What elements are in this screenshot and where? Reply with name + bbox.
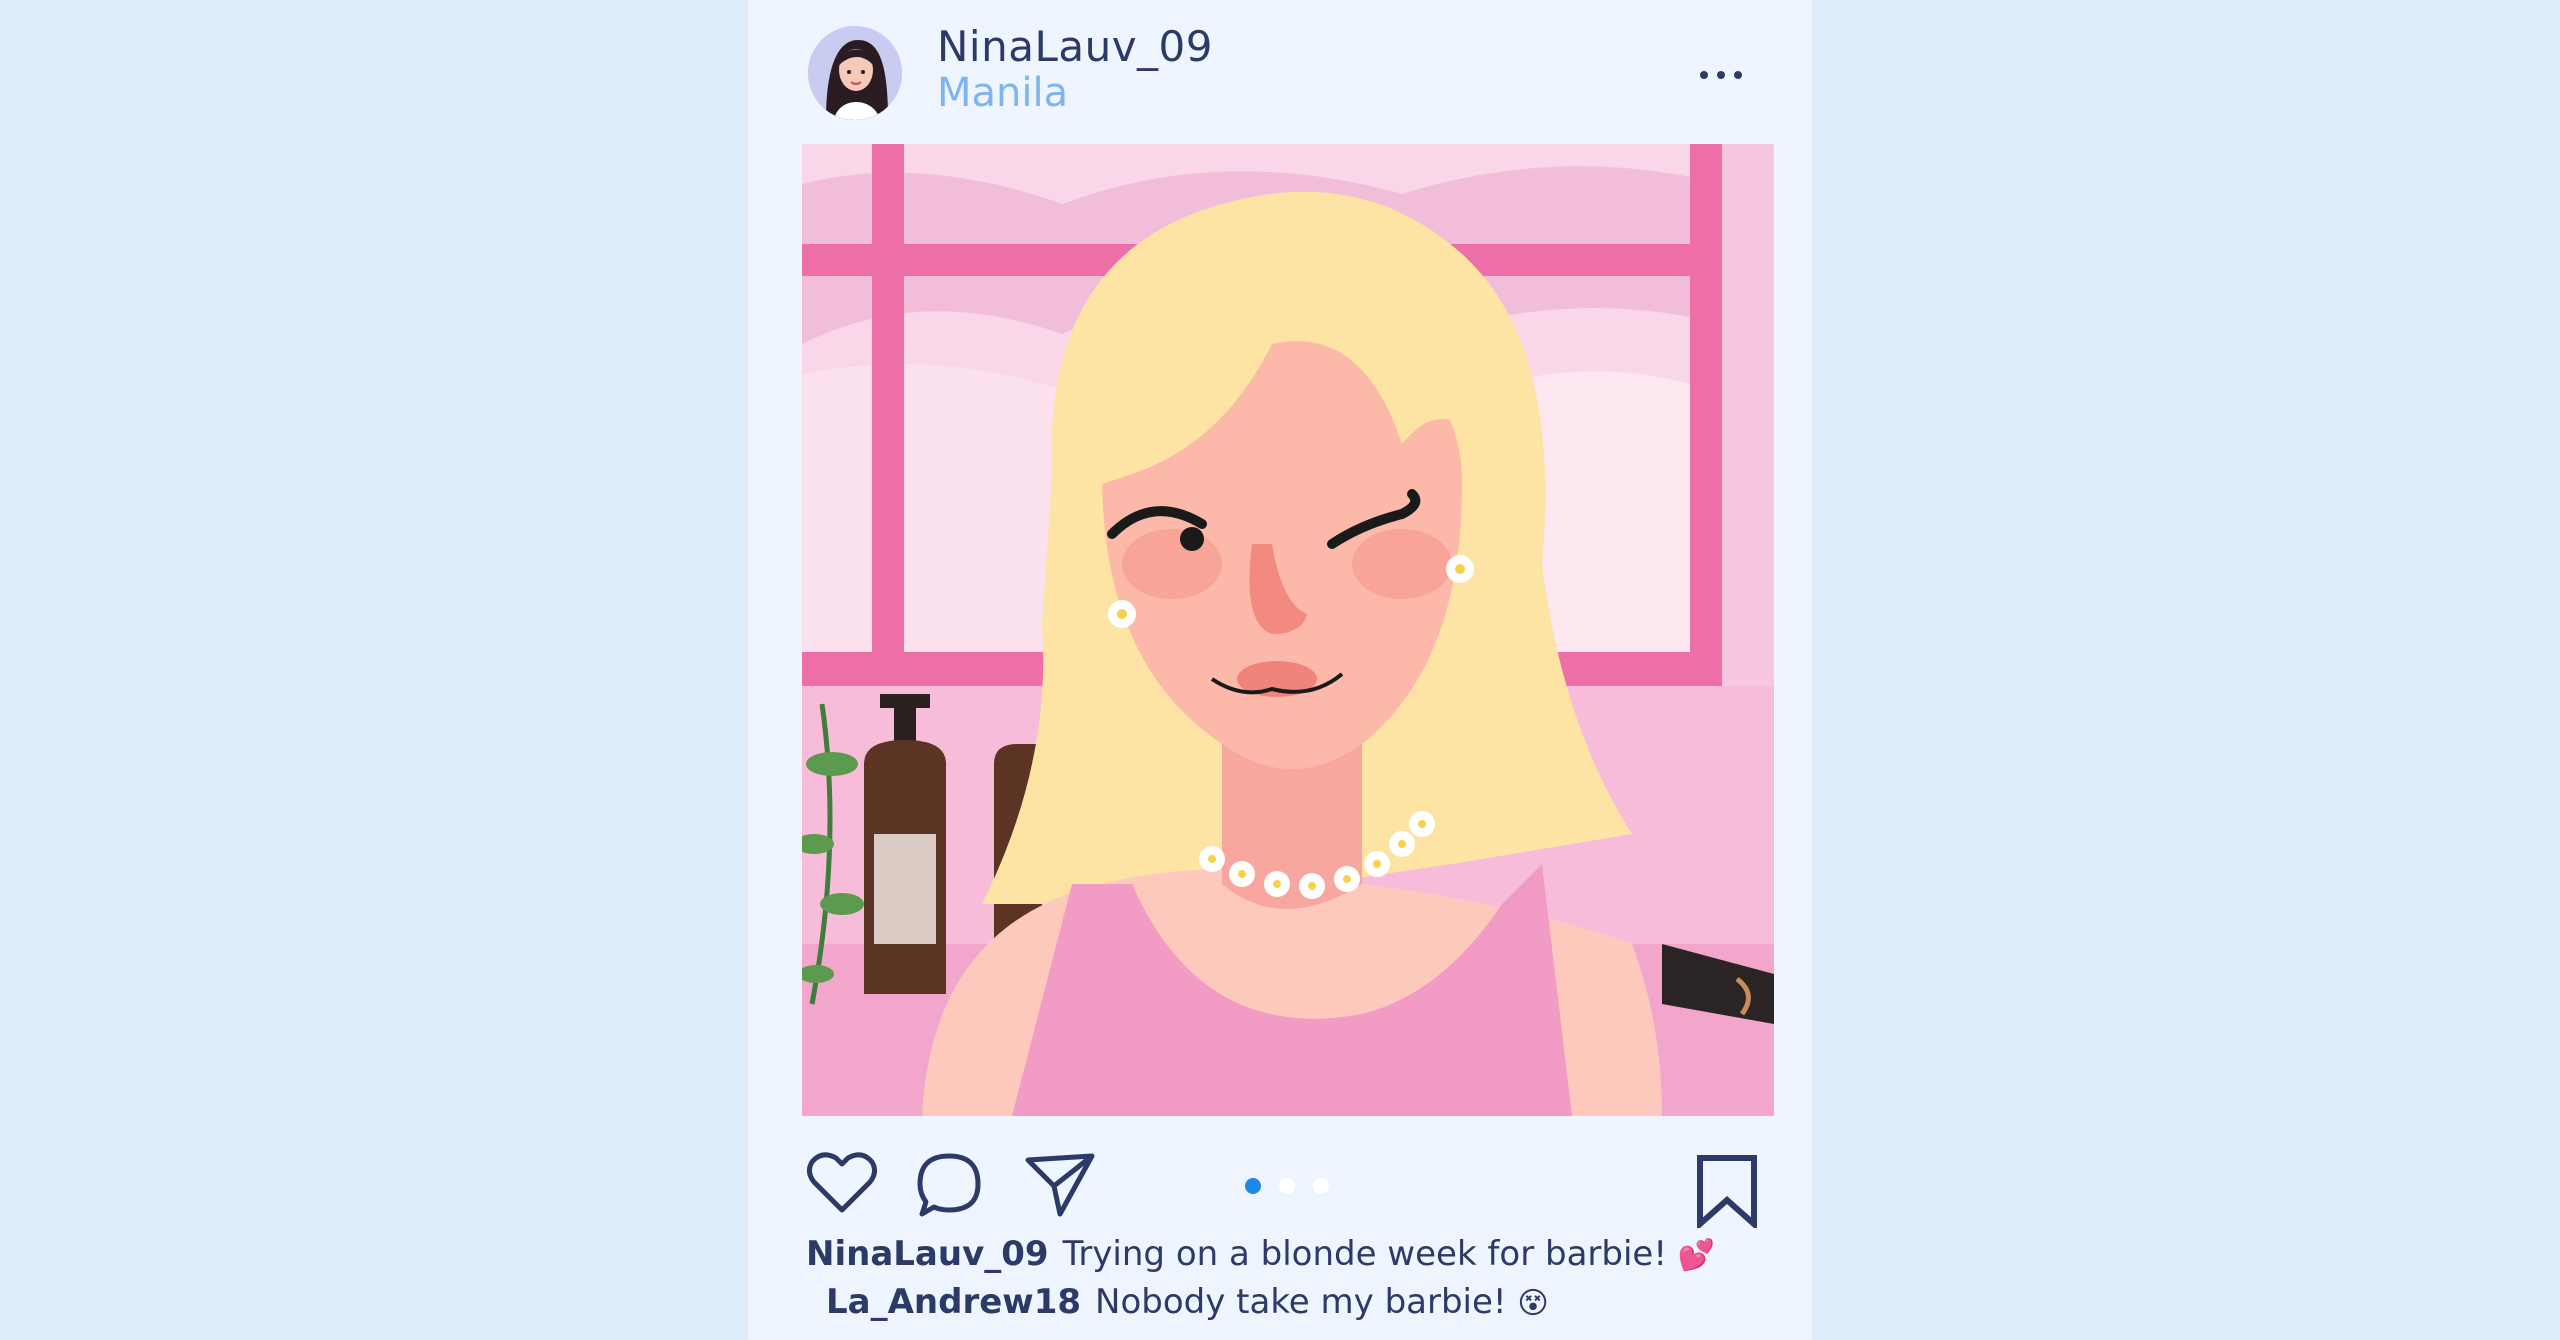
post-location[interactable]: Manila bbox=[937, 70, 1068, 116]
share-icon[interactable] bbox=[1024, 1150, 1096, 1222]
caption-emoji: 💕 bbox=[1677, 1238, 1716, 1273]
bookmark-icon[interactable] bbox=[1696, 1154, 1758, 1232]
comment-icon[interactable] bbox=[914, 1150, 984, 1222]
comment-author[interactable]: La_Andrew18 bbox=[826, 1282, 1081, 1322]
carousel-dot-1[interactable] bbox=[1245, 1178, 1261, 1194]
more-horizontal-icon[interactable] bbox=[1700, 60, 1760, 90]
post-image[interactable] bbox=[802, 144, 1774, 1116]
post-caption: NinaLauv_09 Trying on a blonde week for b… bbox=[806, 1234, 1715, 1274]
post-username[interactable]: NinaLauv_09 bbox=[937, 22, 1213, 71]
avatar[interactable] bbox=[808, 26, 902, 120]
carousel-dot-2[interactable] bbox=[1279, 1178, 1295, 1194]
profile-avatar-image bbox=[808, 26, 902, 120]
caption-text: Trying on a blonde week for barbie! bbox=[1062, 1234, 1667, 1274]
comment-emoji: 😵 bbox=[1517, 1286, 1549, 1321]
carousel-dot-3[interactable] bbox=[1313, 1178, 1329, 1194]
heart-icon[interactable] bbox=[806, 1150, 878, 1218]
caption-author[interactable]: NinaLauv_09 bbox=[806, 1234, 1049, 1274]
carousel-indicator bbox=[1245, 1178, 1329, 1194]
comment: La_Andrew18 Nobody take my barbie! 😵 bbox=[826, 1282, 1549, 1322]
comment-text: Nobody take my barbie! bbox=[1095, 1282, 1507, 1322]
